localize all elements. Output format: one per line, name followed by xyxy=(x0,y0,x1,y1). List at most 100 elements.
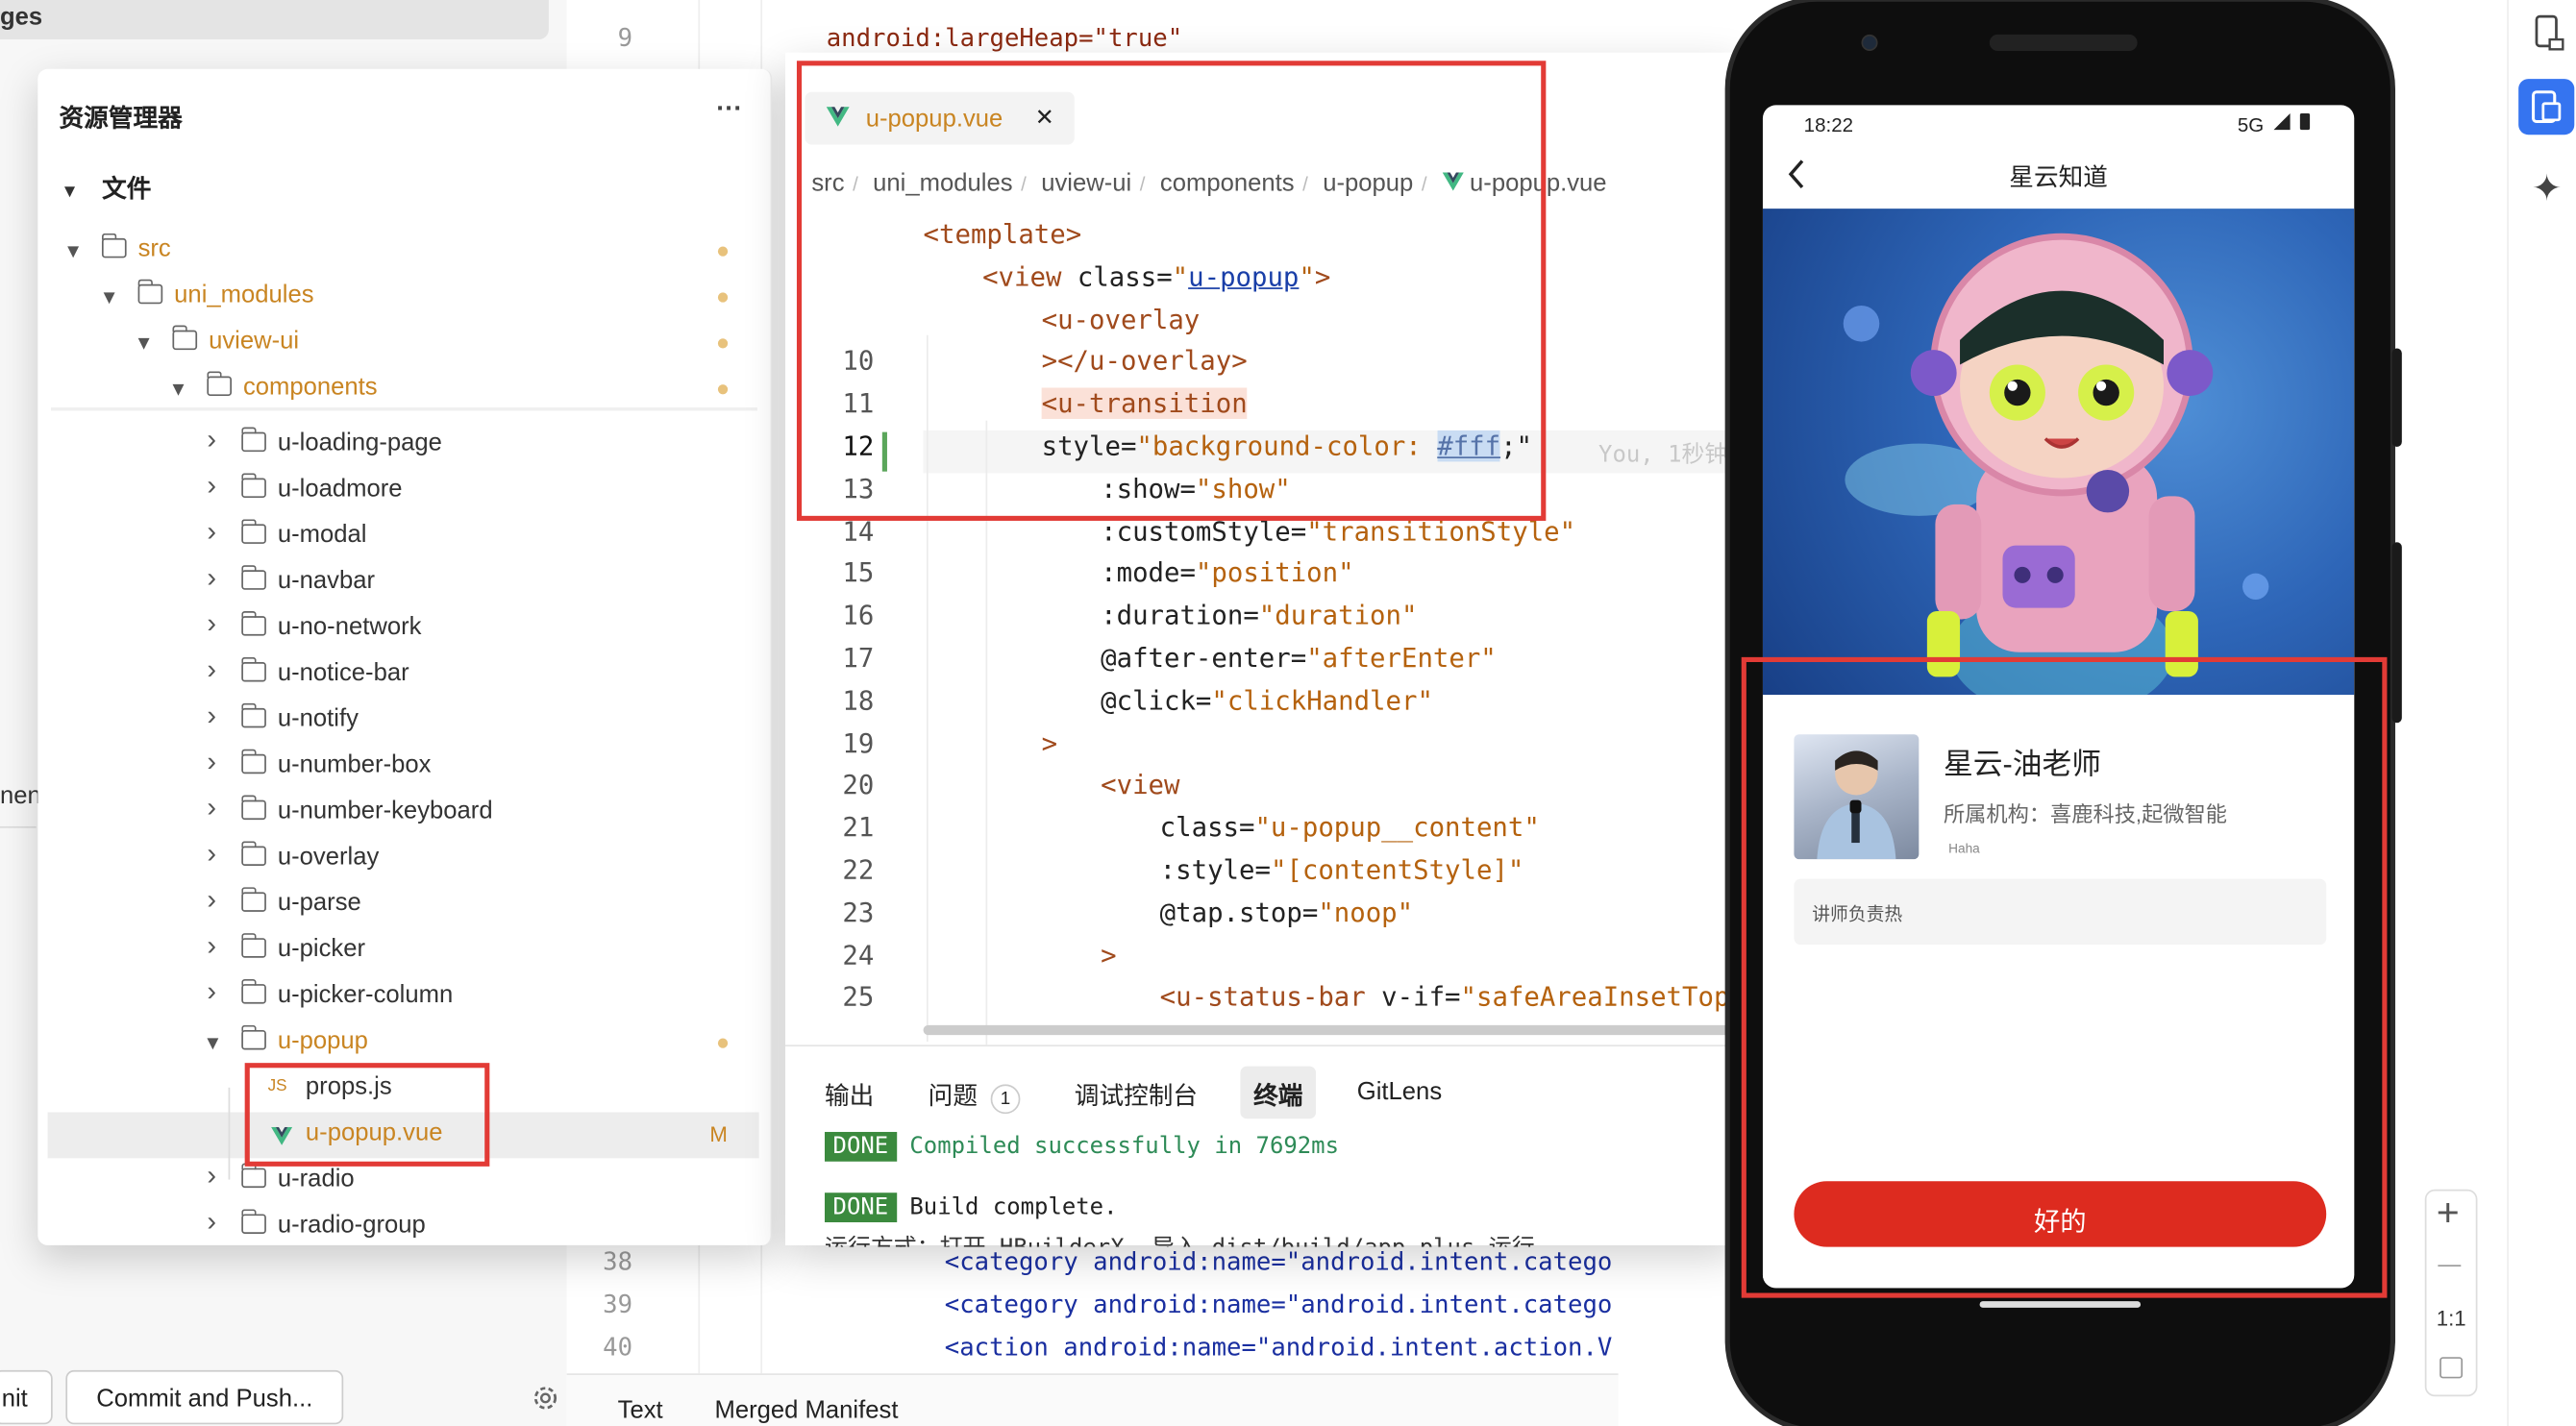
chevron-right-icon: › xyxy=(207,1160,217,1192)
line-number: 9 xyxy=(617,22,633,53)
tree-folder-u-number-box[interactable]: › u-number-box xyxy=(37,744,772,790)
tree-label: u-navbar xyxy=(277,566,376,595)
panel-tab-0[interactable]: 输出 xyxy=(811,1067,887,1119)
panel-tab-3[interactable]: 终端 xyxy=(1240,1066,1317,1119)
fit-screen-icon[interactable] xyxy=(2440,1357,2464,1379)
chevron-right-icon: › xyxy=(207,929,217,962)
code-text: > xyxy=(1101,939,1116,970)
commit-and-push-button[interactable]: Commit and Push... xyxy=(65,1369,344,1425)
bottom-tab-text[interactable]: Text xyxy=(618,1396,663,1424)
terminal-text: Compiled successfully in 7692ms xyxy=(909,1133,1340,1161)
chevron-right-icon: › xyxy=(207,837,217,870)
nav-bar: 星云知道 xyxy=(1763,144,2354,209)
phone-side-button-2 xyxy=(2391,542,2402,724)
front-camera xyxy=(1861,34,1878,52)
folder-icon xyxy=(240,841,266,867)
explorer-section-files[interactable]: ▼ 文件 xyxy=(61,171,151,208)
tree-folder-uview-ui[interactable]: ▾ uview-ui xyxy=(37,320,772,366)
line-number: 17 xyxy=(842,642,875,674)
chevron-right-icon: › xyxy=(207,653,217,685)
code-token: @click= xyxy=(1101,684,1212,717)
explorer-panel: 资源管理器 ··· ▼ 文件 ▾ src ▾ uni_modules ▾ uview-ui… xyxy=(37,68,773,1245)
tree-folder-u-notice-bar[interactable]: › u-notice-bar xyxy=(37,652,772,699)
line-number: 22 xyxy=(842,854,875,886)
background-bottom-bar: Text Merged Manifest xyxy=(566,1373,1619,1426)
folder-icon xyxy=(240,795,266,821)
home-indicator xyxy=(1979,1301,2142,1308)
code-text: <view xyxy=(1101,770,1179,800)
tree-folder-src[interactable]: ▾ src xyxy=(37,229,772,275)
panel-tab-4[interactable]: GitLens xyxy=(1344,1067,1455,1119)
code-token: > xyxy=(1101,939,1117,971)
tree-folder-u-picker-column[interactable]: › u-picker-column xyxy=(37,974,772,1020)
tree-folder-components[interactable]: ▾ components xyxy=(37,366,772,412)
tree-folder-u-modal[interactable]: › u-modal xyxy=(37,514,772,560)
tree-label: u-loading-page xyxy=(277,429,442,457)
chevron-down-icon: ▾ xyxy=(67,236,80,263)
folder-icon xyxy=(240,519,266,544)
explorer-more-button[interactable]: ··· xyxy=(716,95,742,125)
tree-label: u-radio-group xyxy=(277,1211,426,1240)
settings-gear-icon[interactable] xyxy=(531,1384,560,1414)
git-status-badge: M xyxy=(709,1121,728,1147)
bottom-tab-merged-manifest[interactable]: Merged Manifest xyxy=(714,1396,898,1424)
tree-folder-u-number-keyboard[interactable]: › u-number-keyboard xyxy=(37,790,772,836)
tree-label: u-parse xyxy=(277,888,361,918)
code-token: :duration= xyxy=(1101,600,1259,631)
tree-folder-u-parse[interactable]: › u-parse xyxy=(37,882,772,928)
zoom-ratio[interactable]: 1:1 xyxy=(2437,1306,2466,1331)
status-bar: 18:22 5G xyxy=(1763,105,2354,144)
background-code-line: 38 <category android:name="android.intent… xyxy=(567,1247,1619,1290)
sparkle-icon[interactable]: ✦ xyxy=(2532,167,2563,209)
code-text: <action android:name="android.intent.act… xyxy=(944,1332,1613,1363)
status-network: 5G xyxy=(2237,112,2265,136)
panel-tab-2[interactable]: 调试控制台 xyxy=(1061,1067,1211,1119)
tree-folder-u-notify[interactable]: › u-notify xyxy=(37,699,772,745)
problems-count-badge: 1 xyxy=(990,1084,1021,1115)
zoom-in-icon[interactable]: + xyxy=(2437,1192,2460,1238)
tree-folder-u-navbar[interactable]: › u-navbar xyxy=(37,560,772,606)
hero-image xyxy=(1762,209,2355,696)
code-text: :mode="position" xyxy=(1101,557,1353,588)
tree-folder-uni_modules[interactable]: ▾ uni_modules xyxy=(37,275,772,321)
zoom-out-icon[interactable]: — xyxy=(2438,1250,2461,1276)
line-number: 25 xyxy=(842,981,875,1013)
status-time: 18:22 xyxy=(1803,112,1854,136)
tree-label: u-number-box xyxy=(277,750,432,779)
tree-folder-u-loading-page[interactable]: › u-loading-page xyxy=(37,422,772,468)
left-fragment-text: nit xyxy=(1,1385,28,1414)
tree-folder-u-no-network[interactable]: › u-no-network xyxy=(37,606,772,652)
code-token: "clickHandler" xyxy=(1211,684,1433,717)
code-token: :mode= xyxy=(1101,557,1196,589)
tree-folder-u-picker[interactable]: › u-picker xyxy=(37,928,772,974)
git-blame-hint: You, 1秒钟 xyxy=(1598,441,1728,469)
code-token: "noop" xyxy=(1318,897,1414,928)
chevron-right-icon: › xyxy=(207,424,217,455)
code-token: "[contentStyle]" xyxy=(1270,854,1524,886)
tree-folder-u-loadmore[interactable]: › u-loadmore xyxy=(37,468,772,514)
tree-folder-u-popup[interactable]: ▾ u-popup xyxy=(37,1020,772,1067)
folder-icon xyxy=(101,233,127,258)
tree-folder-u-overlay[interactable]: › u-overlay xyxy=(37,836,772,882)
device-manager-icon[interactable] xyxy=(2534,13,2566,53)
editor-scrollbar[interactable] xyxy=(923,1024,1739,1036)
background-left-button-fragment[interactable]: nit xyxy=(0,1369,53,1425)
battery-icon xyxy=(2299,112,2311,131)
code-token: <u-status-bar xyxy=(1159,981,1382,1013)
running-devices-icon[interactable] xyxy=(2518,79,2575,135)
right-sidebar xyxy=(2507,0,2576,1426)
panel-tab-label: 问题 xyxy=(928,1082,978,1111)
modified-dot xyxy=(717,338,729,349)
chevron-right-icon: › xyxy=(207,883,217,916)
line-number: 40 xyxy=(603,1332,633,1363)
tree-label: u-overlay xyxy=(277,843,380,872)
code-text: <category android:name="android.intent.c… xyxy=(944,1290,1613,1319)
panel-tab-1[interactable]: 问题 1 xyxy=(915,1067,1033,1119)
code-text: <u-status-bar v-if="safeAreaInsetTop"> xyxy=(1160,981,1762,1012)
tree-folder-u-radio-group[interactable]: › u-radio-group xyxy=(37,1204,772,1250)
highlight-box-phone xyxy=(1741,656,2388,1298)
tree-label: u-loadmore xyxy=(277,475,403,504)
tree-label: uview-ui xyxy=(209,327,300,356)
code-token: <view xyxy=(1101,769,1180,801)
modified-dot xyxy=(717,1038,729,1048)
